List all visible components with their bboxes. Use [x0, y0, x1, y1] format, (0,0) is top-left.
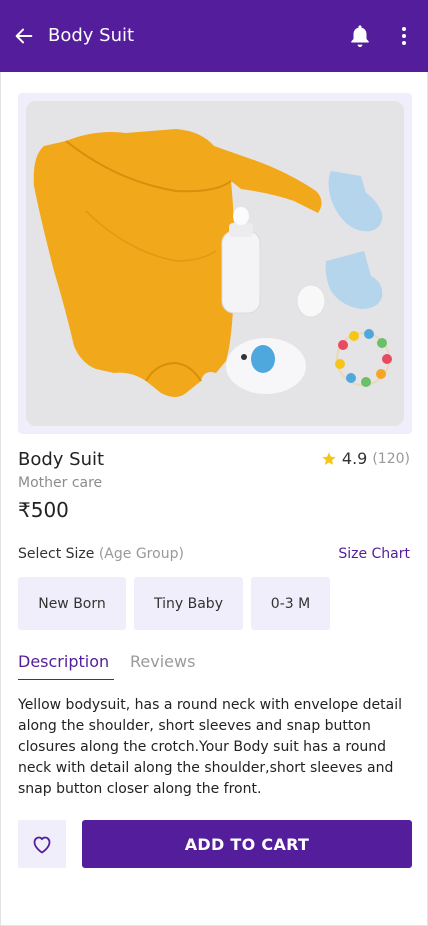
- add-to-cart-button[interactable]: ADD TO CART: [82, 820, 412, 868]
- size-option-0-3-m[interactable]: 0-3 M: [251, 577, 330, 630]
- page-title: Body Suit: [48, 25, 135, 46]
- product-detail-content: Body Suit 4.9 (120) Mother care ₹500 Sel…: [0, 72, 428, 926]
- arrow-left-icon: [15, 28, 33, 44]
- size-option-tiny-baby[interactable]: Tiny Baby: [134, 577, 243, 630]
- heart-outline-icon: [33, 836, 51, 854]
- back-button[interactable]: [12, 24, 36, 48]
- product-name: Body Suit: [18, 449, 105, 470]
- select-size-label: Select Size (Age Group): [18, 546, 184, 562]
- more-options-button[interactable]: [392, 24, 416, 48]
- more-vertical-icon: [402, 27, 406, 45]
- app-bar: Body Suit: [0, 0, 428, 72]
- tab-reviews[interactable]: Reviews: [130, 652, 195, 679]
- wishlist-button[interactable]: [18, 820, 66, 868]
- star-icon: [322, 451, 336, 465]
- select-size-text: Select Size: [18, 546, 95, 562]
- product-rating: 4.9 (120): [321, 449, 410, 468]
- product-category: Mother care: [18, 475, 103, 491]
- age-group-hint: (Age Group): [98, 546, 184, 562]
- product-price: ₹500: [18, 498, 69, 522]
- bell-icon: [351, 25, 369, 48]
- notifications-button[interactable]: [346, 22, 374, 50]
- rating-count: (120): [372, 450, 410, 467]
- tab-description[interactable]: Description: [18, 652, 114, 680]
- product-description: Yellow bodysuit, has a round neck with e…: [18, 697, 402, 797]
- size-chart-link[interactable]: Size Chart: [338, 546, 410, 562]
- rating-value: 4.9: [341, 449, 368, 468]
- size-option-new-born[interactable]: New Born: [18, 577, 126, 630]
- product-image-card: [18, 93, 412, 434]
- product-image[interactable]: [26, 101, 404, 426]
